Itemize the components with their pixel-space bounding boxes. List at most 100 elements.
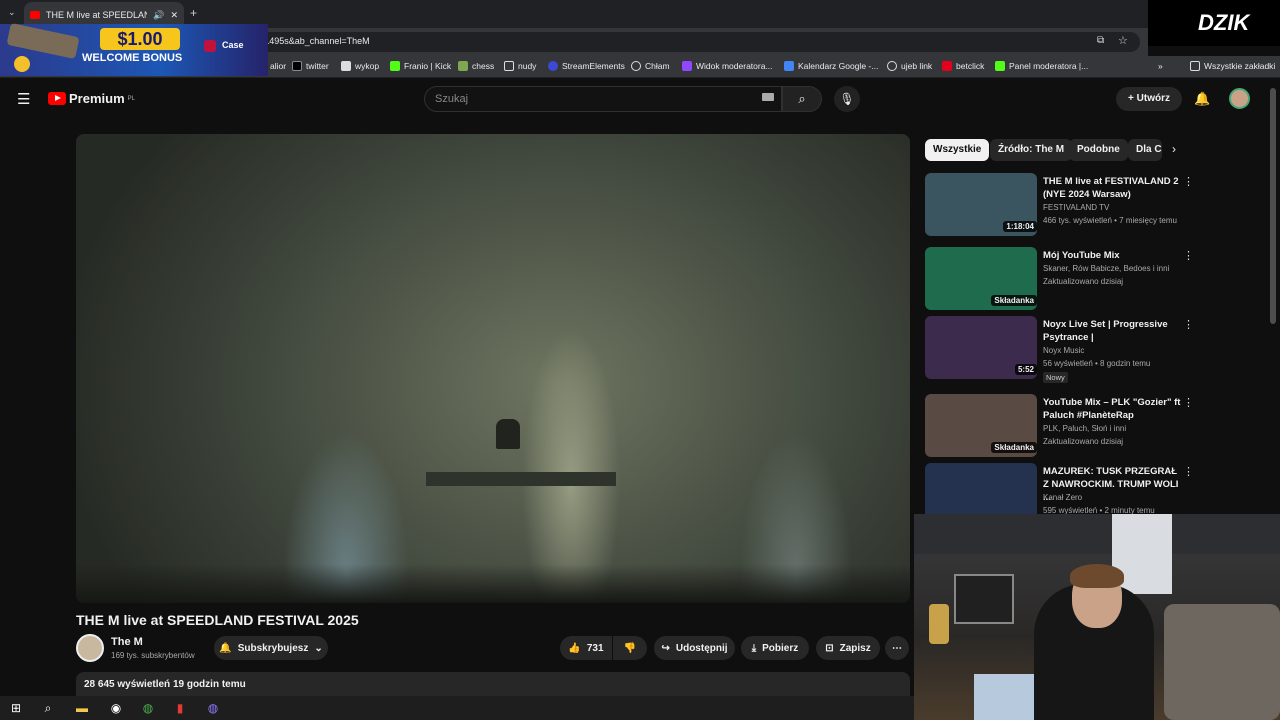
folder-icon	[504, 61, 514, 71]
download-icon: ⤓	[751, 642, 757, 654]
more-vert-icon[interactable]: ⋮	[1183, 396, 1194, 409]
folder-icon	[1190, 61, 1200, 71]
ad-bonus-text: WELCOME BONUS	[82, 52, 183, 64]
bookmark-item[interactable]: wykop	[341, 61, 379, 71]
menu-icon[interactable]: ☰	[17, 90, 30, 108]
install-app-icon[interactable]: ⧉	[1097, 35, 1104, 46]
share-icon: ↪	[661, 642, 670, 654]
recommendation-title: YouTube Mix – PLK "Gozier" ft Paluch #Pl…	[1043, 397, 1181, 421]
keyboard-icon[interactable]	[762, 93, 774, 101]
description-meta: 28 645 wyświetleń 19 godzin temu	[84, 679, 246, 690]
bookmark-item[interactable]: Franio | Kick	[390, 61, 451, 71]
more-bookmarks-icon[interactable]: »	[1158, 61, 1163, 71]
channel-subscribers: 169 tys. subskrybentów	[111, 651, 195, 660]
bookmark-item[interactable]: Chłam	[631, 61, 670, 71]
search-input[interactable]: Szukaj	[424, 86, 782, 112]
video-thumbnail: 5:52	[925, 316, 1037, 379]
voice-search-button[interactable]: 🎙	[834, 86, 860, 112]
recommendation-item[interactable]: 1:18:04 THE M live at FESTIVALAND 2 (NYE…	[925, 173, 1195, 237]
chrome-icon[interactable]: ◍	[139, 700, 157, 716]
search-icon[interactable]: ⌕	[39, 700, 57, 716]
casehug-logo-icon	[204, 40, 216, 52]
wykop-icon	[341, 61, 351, 71]
chevron-down-icon: ⌄	[314, 642, 323, 654]
recommendation-item[interactable]: Składanka Mój YouTube Mix Skaner, Rów Ba…	[925, 247, 1195, 311]
more-vert-icon[interactable]: ⋮	[1183, 318, 1194, 331]
video-thumbnail: 1:18:04	[925, 173, 1037, 236]
streamer-webcam	[914, 514, 1280, 720]
plus-icon: +	[1128, 93, 1137, 104]
bookmark-item[interactable]: nudy	[504, 61, 536, 71]
crowd-shadow	[76, 564, 910, 603]
chip-source[interactable]: Źródło: The M	[990, 139, 1073, 161]
windows-start-icon[interactable]: ⊞	[7, 700, 25, 716]
trophy	[929, 604, 949, 644]
chip-related[interactable]: Podobne	[1069, 139, 1128, 161]
tab-title: THE M live at SPEEDLAND FESTIVAL	[46, 10, 147, 20]
thumbs-up-icon: 👍	[568, 642, 581, 654]
more-horiz-icon: ⋯	[892, 642, 902, 654]
bookmark-item[interactable]: chess	[458, 61, 494, 71]
chess-icon	[458, 61, 468, 71]
bookmark-item[interactable]: Widok moderatora...	[682, 61, 773, 71]
bookmark-item[interactable]: ujeb link	[887, 61, 932, 71]
bookmark-item[interactable]: twitter	[292, 61, 329, 71]
chip-all[interactable]: Wszystkie	[925, 139, 990, 161]
tab-list-icon[interactable]: ⌄	[8, 7, 16, 18]
chip-for-you[interactable]: Dla C	[1128, 139, 1162, 161]
bookmark-item[interactable]: Kalendarz Google -...	[784, 61, 878, 71]
youtube-logo[interactable]: Premium PL	[48, 91, 135, 106]
bookmark-item[interactable]: betclick	[942, 61, 984, 71]
ad-amount: $1.00	[100, 28, 180, 50]
app-icon[interactable]: ◍	[204, 700, 222, 716]
download-button[interactable]: ⤓ Pobierz	[741, 636, 809, 660]
app-icon-active[interactable]: ▮	[171, 700, 189, 716]
save-button[interactable]: ⊡ Zapisz	[816, 636, 880, 660]
bookmark-item[interactable]: alior	[270, 61, 286, 71]
globe-icon	[887, 61, 897, 71]
recommendation-title: THE M live at FESTIVALAND 2 (NYE 2024 Wa…	[1043, 176, 1179, 200]
like-button[interactable]: 👍 731	[560, 636, 612, 660]
bookmark-icon: ⊡	[825, 642, 834, 654]
twitch-icon	[682, 61, 692, 71]
all-bookmarks[interactable]: Wszystkie zakładki	[1190, 61, 1275, 71]
video-thumbnail: Składanka	[925, 394, 1037, 457]
file-explorer-icon[interactable]: ▬	[73, 700, 91, 716]
recommendation-channel: Kanał Zero	[1043, 493, 1083, 502]
channel-avatar[interactable]	[76, 634, 104, 662]
mic-icon: 🎙	[839, 92, 855, 106]
audio-icon[interactable]: 🔊	[153, 10, 164, 21]
search-button[interactable]: ⌕	[782, 86, 822, 112]
subscribe-button[interactable]: 🔔 Subskrybujesz ⌄	[214, 636, 328, 660]
page-scrollbar[interactable]	[1270, 88, 1276, 324]
recommendation-title: Mój YouTube Mix	[1043, 250, 1120, 261]
more-actions-button[interactable]: ⋯	[885, 636, 909, 660]
gun-graphic	[6, 22, 80, 60]
recommendation-item[interactable]: 5:52 Noyx Live Set | Progressive Psytran…	[925, 316, 1195, 383]
channel-name[interactable]: The M	[111, 636, 143, 648]
recommendation-item[interactable]: Składanka YouTube Mix – PLK "Gozier" ft …	[925, 394, 1195, 458]
url-field[interactable]: ct=1495s&ab_channel=TheM	[240, 32, 1140, 52]
sofa	[1164, 604, 1280, 720]
betclick-icon	[942, 61, 952, 71]
close-tab-icon[interactable]: ✕	[170, 10, 178, 21]
app-icon[interactable]: ◉	[107, 700, 125, 716]
share-button[interactable]: ↪ Udostępnij	[654, 636, 735, 660]
recommendation-channel: FESTIVALAND TV	[1043, 203, 1110, 212]
more-vert-icon[interactable]: ⋮	[1183, 465, 1194, 478]
notifications-bell-icon[interactable]: 🔔	[1194, 91, 1210, 107]
more-vert-icon[interactable]: ⋮	[1183, 249, 1194, 262]
dzik-logo: DZIK	[1148, 0, 1280, 46]
create-button[interactable]: + Utwórz	[1116, 87, 1182, 111]
bookmark-item[interactable]: Panel moderatora |...	[995, 61, 1088, 71]
more-vert-icon[interactable]: ⋮	[1183, 175, 1194, 188]
video-player[interactable]	[76, 134, 910, 603]
chevron-right-icon[interactable]: ›	[1172, 142, 1176, 156]
bookmark-star-icon[interactable]: ☆	[1118, 34, 1128, 47]
new-tab-icon[interactable]: +	[190, 6, 197, 20]
bookmark-item[interactable]: StreamElements	[548, 61, 625, 71]
dislike-button[interactable]: 👎	[613, 636, 647, 660]
description-box[interactable]: 28 645 wyświetleń 19 godzin temu	[76, 672, 910, 696]
avatar[interactable]	[1229, 88, 1250, 109]
recommendation-channel: Noyx Music	[1043, 346, 1085, 355]
